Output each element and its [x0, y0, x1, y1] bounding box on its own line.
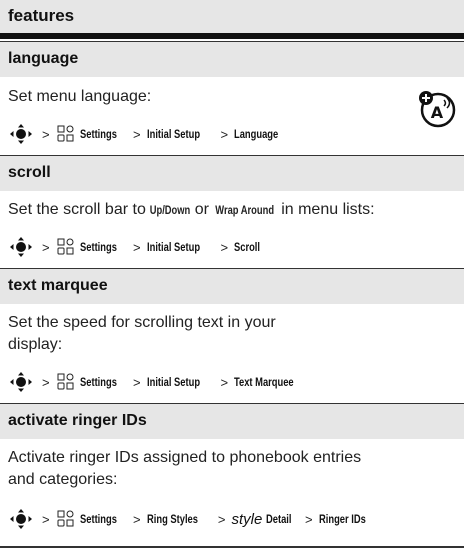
section-header-activate-ringer-ids: activate ringer IDs	[0, 403, 464, 439]
path-separator: >	[220, 374, 229, 390]
nav-key-icon	[10, 124, 32, 144]
menu-path: > Settings > Ring Styles > style Detail …	[6, 509, 379, 529]
path-separator: >	[42, 511, 50, 527]
path-item: Settings	[79, 512, 117, 526]
path-separator: >	[220, 239, 229, 255]
menu-path: > Settings > Initial Setup > Scroll	[6, 237, 268, 257]
table-header: features	[0, 0, 464, 39]
section-header-language: language	[0, 41, 464, 77]
desc-text: Set the scroll bar to	[8, 201, 151, 218]
menu-path: > Settings > Initial Setup > Language	[6, 124, 291, 144]
path-item: Initial Setup	[146, 375, 200, 389]
path-item: Initial Setup	[146, 127, 200, 141]
path-item: Scroll	[234, 240, 261, 254]
section-description-line: display:	[8, 336, 63, 353]
path-item: Language	[234, 127, 279, 141]
settings-icon	[57, 238, 74, 255]
settings-icon	[57, 125, 74, 142]
section-description-line: and categories:	[8, 471, 118, 488]
path-item: Settings	[79, 240, 117, 254]
table-title: features	[8, 6, 75, 25]
nav-key-icon	[10, 372, 32, 392]
settings-icon	[57, 510, 74, 527]
path-separator: >	[42, 239, 50, 255]
path-item: Detail	[266, 512, 292, 526]
nav-key-icon	[10, 237, 32, 257]
path-item: Settings	[79, 375, 117, 389]
network-feature-icon: A	[419, 91, 456, 128]
path-item: Ringer IDs	[318, 512, 366, 526]
desc-text: in menu lists:	[276, 201, 375, 218]
section-title: language	[8, 50, 79, 67]
nav-key-icon	[10, 509, 32, 529]
path-separator: >	[132, 126, 141, 142]
features-table: features language Set menu language: > S…	[0, 0, 464, 548]
option-wrap-around: Wrap Around	[215, 203, 275, 217]
section-title: text marquee	[8, 277, 108, 294]
section-header-scroll: scroll	[0, 155, 464, 191]
desc-text: or	[190, 201, 214, 218]
section-title: scroll	[8, 164, 51, 181]
path-separator: >	[42, 126, 50, 142]
option-up-down: Up/Down	[150, 203, 191, 217]
menu-path: > Settings > Initial Setup > Text Marque…	[6, 372, 311, 392]
path-separator: >	[132, 374, 141, 390]
path-item: Ring Styles	[146, 512, 198, 526]
svg-text:A: A	[431, 103, 444, 122]
path-separator: >	[132, 239, 141, 255]
section-title: activate ringer IDs	[8, 412, 147, 429]
path-item: Settings	[79, 127, 117, 141]
settings-icon	[57, 373, 74, 390]
path-item-italic: style	[231, 510, 263, 528]
path-separator: >	[305, 511, 313, 527]
section-description-line: Set the speed for scrolling text in your	[8, 314, 276, 331]
section-description: Set menu language:	[8, 88, 152, 105]
path-item: Text Marquee	[234, 375, 294, 389]
path-separator: >	[42, 374, 50, 390]
section-header-text-marquee: text marquee	[0, 268, 464, 304]
path-separator: >	[217, 511, 226, 527]
path-item: Initial Setup	[146, 240, 200, 254]
section-description-line: Activate ringer IDs assigned to phoneboo…	[8, 449, 362, 466]
path-separator: >	[220, 126, 229, 142]
section-description: Set the scroll bar to Up/Down or Wrap Ar…	[8, 199, 375, 221]
path-separator: >	[132, 511, 141, 527]
